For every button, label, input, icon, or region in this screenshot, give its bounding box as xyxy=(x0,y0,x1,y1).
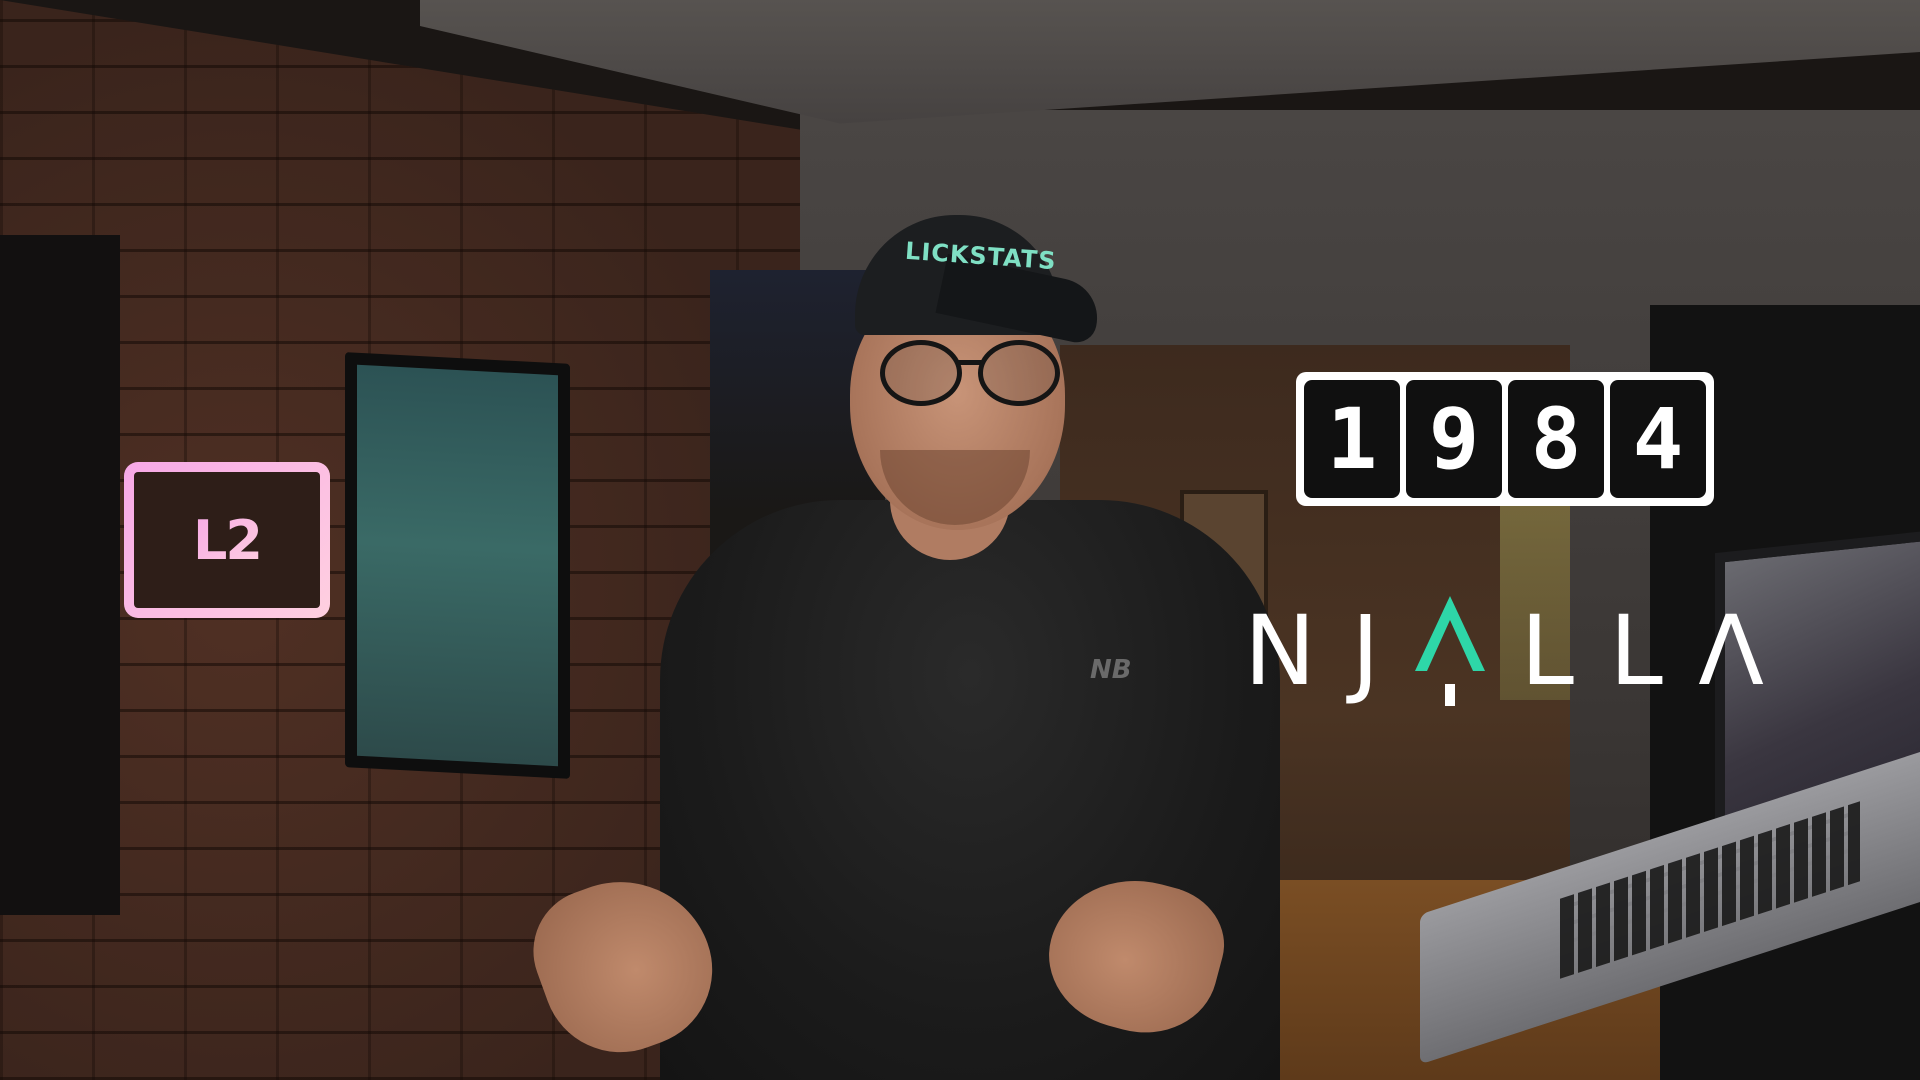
1984-digit-tile: 1 xyxy=(1304,380,1400,498)
shirt-logo: NB xyxy=(1090,655,1132,685)
1984-digit-tile: 4 xyxy=(1610,380,1706,498)
1984-digit-tile: 8 xyxy=(1508,380,1604,498)
glasses-lens-left xyxy=(880,340,962,406)
njalla-letter: L xyxy=(1609,595,1663,707)
njalla-letter: L xyxy=(1520,595,1574,707)
njalla-letter: J xyxy=(1351,595,1380,707)
wall-screen-display xyxy=(357,364,558,767)
1984-digit-tile: 9 xyxy=(1406,380,1502,498)
glasses-icon xyxy=(880,340,1070,406)
njalla-sponsor-logo: N J L L Λ xyxy=(1244,596,1764,706)
video-frame: LICKSTATS NB L2 1 9 8 4 N J L L Λ xyxy=(0,0,1920,1080)
njalla-accent-icon xyxy=(1415,596,1485,706)
njalla-letter: N xyxy=(1244,595,1316,707)
l2-logo-inner: L2 xyxy=(134,472,320,608)
wall-mounted-screen xyxy=(345,352,570,779)
1984-sponsor-logo: 1 9 8 4 xyxy=(1296,372,1714,506)
l2-logo-text: L2 xyxy=(193,508,263,572)
njalla-letter: Λ xyxy=(1698,595,1764,707)
glasses-lens-right xyxy=(978,340,1060,406)
njalla-accent-svg xyxy=(1415,596,1485,706)
acoustic-panel xyxy=(0,235,120,915)
l2-sponsor-logo: L2 xyxy=(124,462,330,618)
